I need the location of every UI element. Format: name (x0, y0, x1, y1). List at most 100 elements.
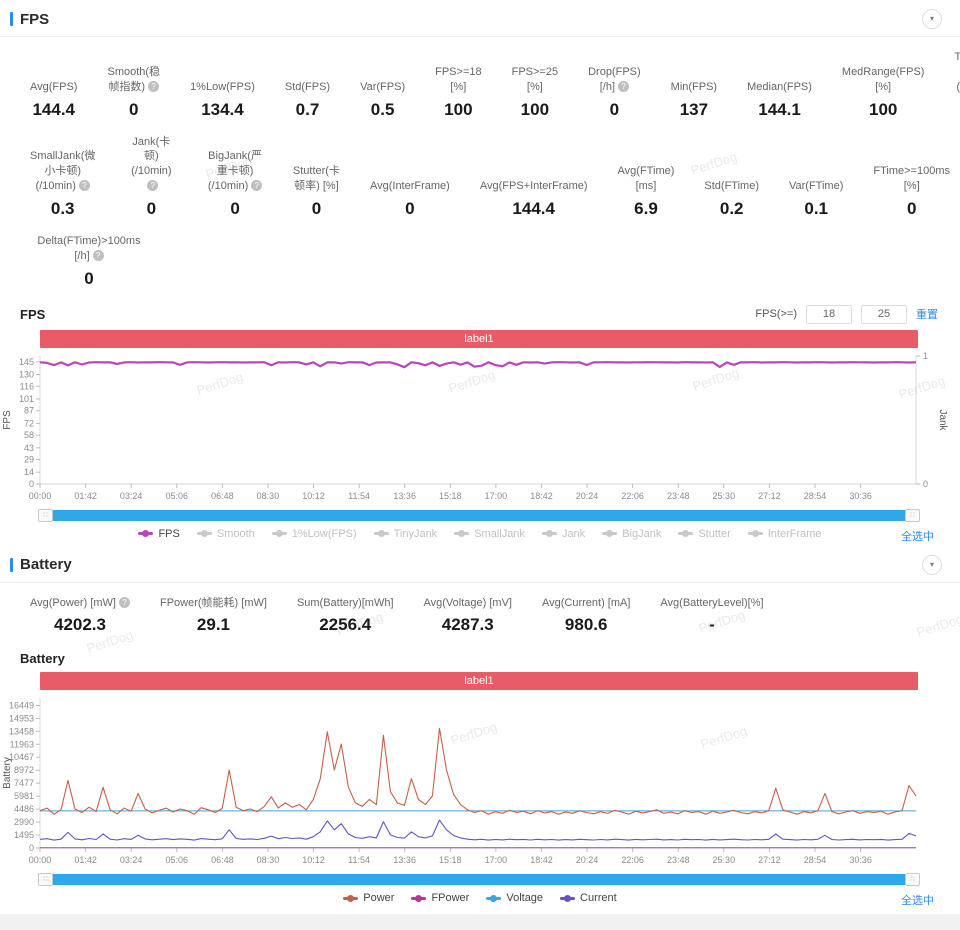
svg-text:15:18: 15:18 (439, 491, 462, 501)
legend-item-smooth[interactable]: Smooth (197, 528, 255, 540)
legend-label: Voltage (506, 892, 543, 904)
legend-item-current[interactable]: Current (560, 892, 617, 904)
fps-threshold-controls: FPS(>=) 重置 (755, 305, 938, 324)
fps-chart: 0142943587287101116130145FPS01Jank00:000… (0, 348, 960, 508)
stat-value: 0 (588, 100, 641, 120)
battery-chart: 0149529904486598174778972104671196313458… (0, 690, 960, 872)
svg-text:101: 101 (19, 394, 34, 404)
stat-label: Min(FPS) (671, 80, 717, 95)
help-icon[interactable]: ? (79, 180, 90, 191)
svg-text:28:54: 28:54 (804, 491, 827, 501)
help-icon[interactable]: ? (618, 81, 629, 92)
legend-label: FPower (431, 892, 469, 904)
help-icon[interactable]: ? (93, 250, 104, 261)
stat-value: - (660, 615, 763, 635)
legend-item-1-low-fps-[interactable]: 1%Low(FPS) (272, 528, 357, 540)
legend-item-power[interactable]: Power (343, 892, 394, 904)
fps-threshold-reset-link[interactable]: 重置 (916, 306, 938, 322)
fps-chart-scrollbar[interactable]: ∷ ∷ (40, 510, 918, 521)
stat-value: 0 (30, 269, 148, 289)
fps-threshold-low-input[interactable] (806, 305, 852, 324)
stat-item: Avg(FPS)144.4 (30, 80, 77, 120)
fps-select-all-link[interactable]: 全选中 (901, 528, 934, 544)
legend-marker-icon (197, 532, 212, 535)
legend-item-stutter[interactable]: Stutter (678, 528, 730, 540)
stat-label: FPS>=18 [%] (435, 65, 481, 95)
stat-value: 6.9 (618, 199, 675, 219)
legend-item-fps[interactable]: FPS (138, 528, 179, 540)
stat-value: 0 (293, 199, 340, 219)
battery-chart-title: Battery (20, 651, 65, 666)
stat-label: Drop(FPS) [/h]? (588, 65, 641, 95)
fps-chart-header: FPS FPS(>=) 重置 (0, 291, 960, 330)
stat-item: Avg(FTime) [ms] 6.9 (618, 164, 675, 219)
svg-text:10:12: 10:12 (302, 491, 325, 501)
svg-text:20:24: 20:24 (576, 491, 599, 501)
stat-value: 0 (207, 199, 263, 219)
stat-value: 4202.3 (30, 615, 130, 635)
stat-label: FPower(帧能耗) [mW] (160, 596, 267, 611)
svg-text:2990: 2990 (14, 818, 34, 828)
svg-text:72: 72 (24, 418, 34, 428)
chevron-down-icon: ▾ (930, 15, 934, 23)
svg-text:13:36: 13:36 (393, 491, 416, 501)
legend-marker-icon (138, 532, 153, 535)
battery-chart-scrollbar[interactable]: ∷ ∷ (40, 874, 918, 885)
help-icon[interactable]: ? (251, 180, 262, 191)
battery-chart-svg: 0149529904486598174778972104671196313458… (0, 690, 948, 872)
fps-collapse-button[interactable]: ▾ (922, 9, 942, 29)
svg-text:23:48: 23:48 (667, 855, 690, 865)
svg-text:05:06: 05:06 (165, 855, 188, 865)
stat-value: 0 (873, 199, 950, 219)
stat-label: Delta(FTime)>100ms [/h]? (30, 234, 148, 264)
stat-label: Avg(FTime) [ms] (618, 164, 675, 194)
stat-item: Avg(InterFrame)0 (370, 179, 450, 219)
stat-item: 1%Low(FPS)134.4 (190, 80, 255, 120)
legend-label: InterFrame (768, 528, 822, 540)
battery-chart-header: Battery (0, 637, 960, 672)
legend-marker-icon (748, 532, 763, 535)
svg-text:27:12: 27:12 (758, 491, 781, 501)
battery-section-title: Battery (20, 556, 72, 573)
legend-item-fpower[interactable]: FPower (411, 892, 469, 904)
svg-text:17:00: 17:00 (485, 491, 508, 501)
stat-value: 0 (125, 199, 177, 219)
help-icon[interactable]: ? (119, 597, 130, 608)
svg-text:5981: 5981 (14, 792, 34, 802)
legend-label: SmallJank (474, 528, 525, 540)
stat-label: Avg(FPS+InterFrame) (480, 179, 588, 194)
stat-label: Std(FPS) (285, 80, 330, 95)
legend-item-smalljank[interactable]: SmallJank (454, 528, 525, 540)
battery-collapse-button[interactable]: ▾ (922, 555, 942, 575)
help-icon[interactable]: ? (148, 81, 159, 92)
fps-threshold-high-input[interactable] (861, 305, 907, 324)
stat-label: Median(FPS) (747, 80, 812, 95)
legend-item-jank[interactable]: Jank (542, 528, 585, 540)
battery-select-all-link[interactable]: 全选中 (901, 892, 934, 908)
svg-text:17:00: 17:00 (485, 855, 508, 865)
series-line-current (40, 821, 916, 841)
svg-text:0: 0 (29, 479, 34, 489)
stat-value: 29.1 (160, 615, 267, 635)
help-icon[interactable]: ? (147, 180, 158, 191)
stat-value: 4 (954, 100, 960, 120)
svg-text:8972: 8972 (14, 766, 34, 776)
svg-text:22:06: 22:06 (621, 855, 644, 865)
svg-text:18:42: 18:42 (530, 491, 553, 501)
chevron-down-icon: ▾ (930, 561, 934, 569)
legend-label: Jank (562, 528, 585, 540)
battery-legend-row: Power FPower Voltage Current 全选中 (0, 885, 960, 910)
legend-item-voltage[interactable]: Voltage (486, 892, 543, 904)
svg-text:4486: 4486 (14, 805, 34, 815)
stat-value: 144.4 (30, 100, 77, 120)
legend-label: FPS (158, 528, 179, 540)
battery-section-header: Battery ▾ (0, 546, 960, 582)
stat-item: Median(FPS)144.1 (747, 80, 812, 120)
fps-section-header: FPS ▾ (0, 0, 960, 36)
legend-item-interframe[interactable]: InterFrame (748, 528, 822, 540)
legend-item-bigjank[interactable]: BigJank (602, 528, 661, 540)
legend-item-tinyjank[interactable]: TinyJank (374, 528, 438, 540)
svg-text:01:42: 01:42 (74, 491, 97, 501)
stat-value: 134.4 (190, 100, 255, 120)
stat-item: FPower(帧能耗) [mW] 29.1 (160, 596, 267, 636)
